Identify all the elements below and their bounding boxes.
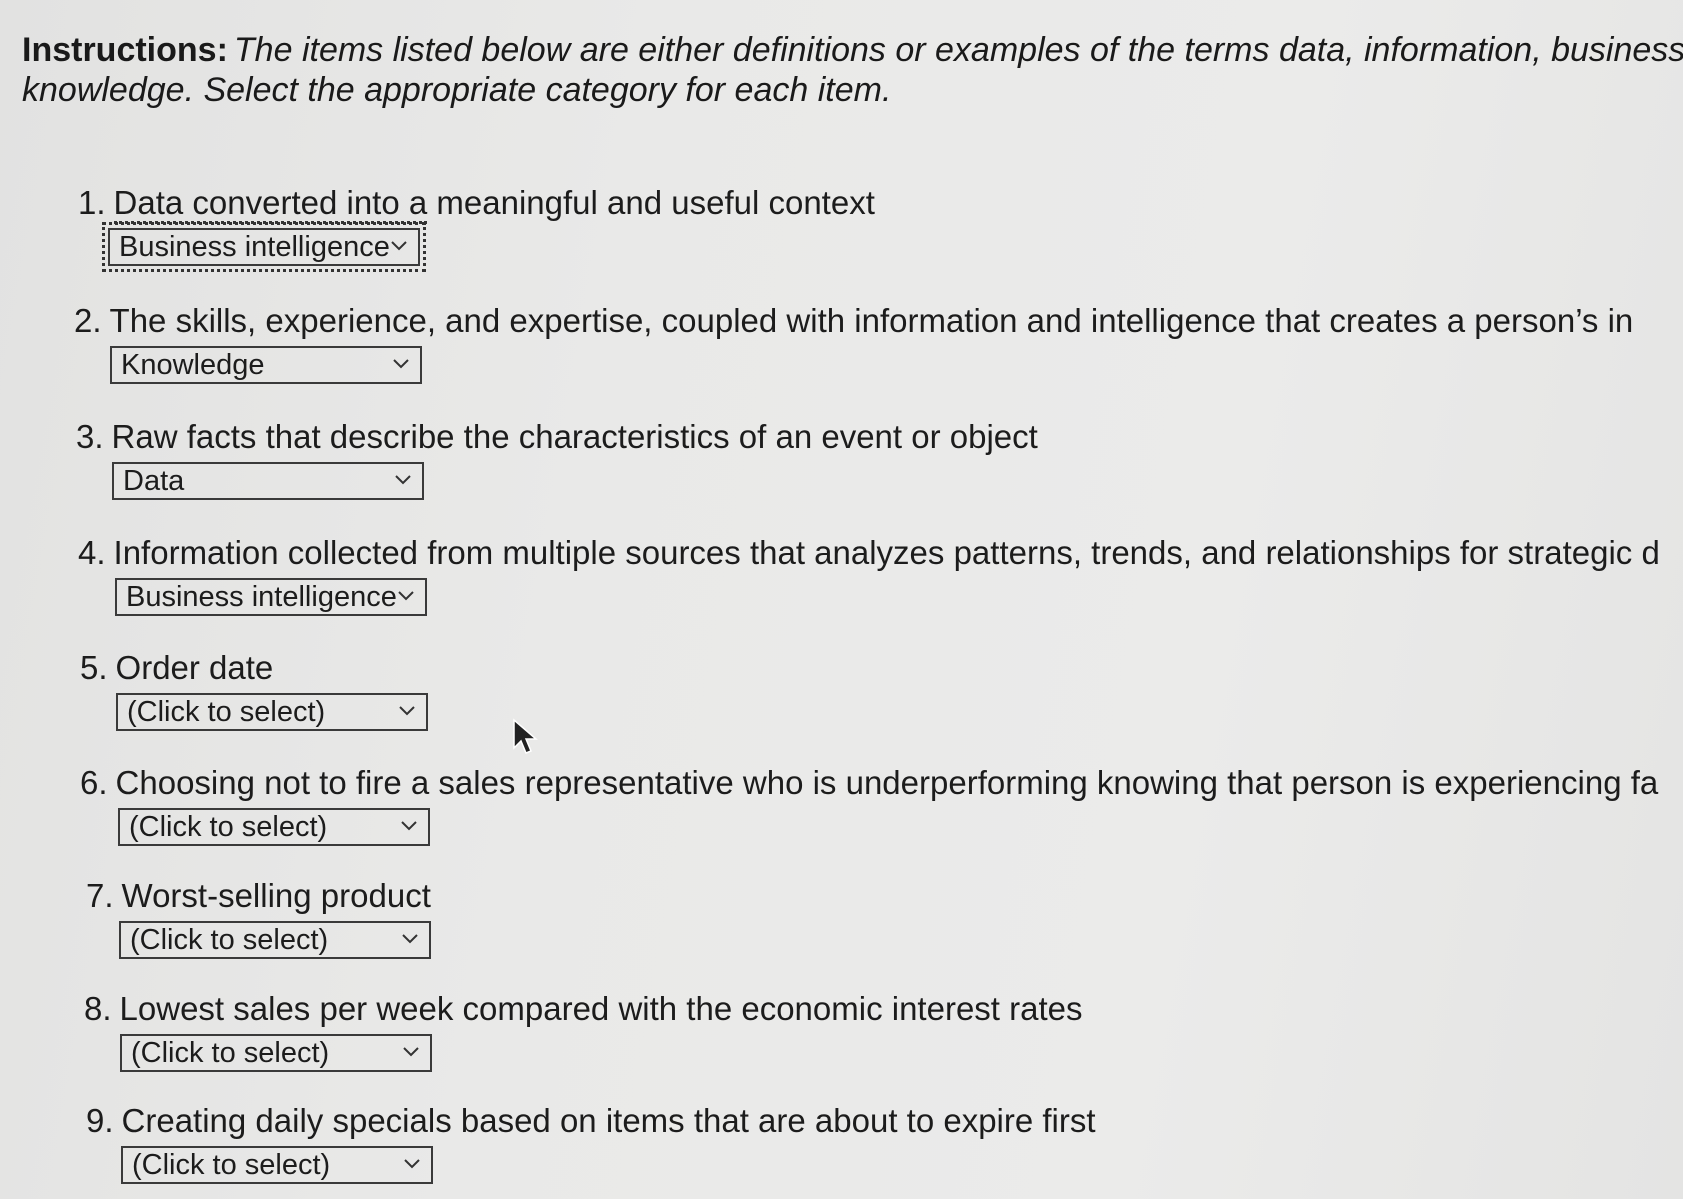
question-number: 3. xyxy=(76,418,104,455)
question-item-1: 1. Data converted into a meaningful and u… xyxy=(78,184,875,272)
question-text-body: The skills, experience, and expertise, c… xyxy=(109,302,1634,339)
question-number: 1. xyxy=(78,184,106,221)
question-number: 8. xyxy=(84,990,112,1027)
chevron-down-icon xyxy=(402,934,418,944)
question-item-7: 7. Worst-selling product (Click to select… xyxy=(86,877,431,959)
question-number: 9. xyxy=(86,1102,114,1139)
question-item-5: 5. Order date (Click to select) xyxy=(80,649,428,731)
question-text-rest: meaningful and useful context xyxy=(427,184,875,221)
question-number: 7. xyxy=(86,877,114,914)
question-number: 4. xyxy=(78,534,106,571)
instructions: Instructions: The items listed below are … xyxy=(22,30,1683,110)
question-item-2: 2. The skills, experience, and expertise,… xyxy=(74,302,1633,384)
question-text: 8. Lowest sales per week compared with th… xyxy=(84,990,1083,1028)
question-text-body: Order date xyxy=(115,649,274,686)
quiz-page: Instructions: The items listed below are … xyxy=(0,0,1683,1199)
select-value: (Click to select) xyxy=(131,1037,330,1069)
question-text: 4. Information collected from multiple so… xyxy=(78,534,1660,572)
category-select-6[interactable]: (Click to select) xyxy=(118,808,430,846)
question-number: 6. xyxy=(80,764,108,801)
question-text-body: Lowest sales per week compared with the … xyxy=(119,990,1083,1027)
question-text: 3. Raw facts that describe the characteri… xyxy=(76,418,1038,456)
select-value: Business intelligence xyxy=(126,581,397,613)
question-text-body: Raw facts that describe the characterist… xyxy=(111,418,1038,455)
select-value: (Click to select) xyxy=(127,696,326,728)
question-item-8: 8. Lowest sales per week compared with th… xyxy=(84,990,1083,1072)
question-item-9: 9. Creating daily specials based on items… xyxy=(86,1102,1096,1184)
question-text: 1. Data converted into a meaningful and u… xyxy=(78,184,875,224)
instructions-label: Instructions: xyxy=(22,31,228,69)
question-text-body: Information collected from multiple sour… xyxy=(113,534,1660,571)
category-select-9[interactable]: (Click to select) xyxy=(121,1146,433,1184)
chevron-down-icon xyxy=(391,241,407,251)
select-value: (Click to select) xyxy=(129,811,328,843)
question-number: 5. xyxy=(80,649,108,686)
chevron-down-icon xyxy=(395,475,411,485)
question-text: 7. Worst-selling product xyxy=(86,877,431,915)
instructions-text-line1: The items listed below are either defini… xyxy=(233,31,1683,69)
chevron-down-icon xyxy=(399,706,415,716)
select-value: Business intelligence xyxy=(119,231,390,263)
chevron-down-icon xyxy=(404,1159,420,1169)
question-text-body: Worst-selling product xyxy=(121,877,431,914)
category-select-1[interactable]: Business intelligence xyxy=(102,222,426,272)
question-text: 2. The skills, experience, and expertise,… xyxy=(74,302,1633,340)
category-select-5[interactable]: (Click to select) xyxy=(116,693,428,731)
select-value: (Click to select) xyxy=(130,924,329,956)
question-text-body: Creating daily specials based on items t… xyxy=(121,1102,1096,1139)
question-item-6: 6. Choosing not to fire a sales represent… xyxy=(80,764,1658,846)
instructions-text-line2: knowledge. Select the appropriate catego… xyxy=(22,71,892,109)
select-value: (Click to select) xyxy=(132,1149,331,1181)
category-select-2[interactable]: Knowledge xyxy=(110,346,422,384)
chevron-down-icon xyxy=(393,359,409,369)
chevron-down-icon xyxy=(401,821,417,831)
select-value: Knowledge xyxy=(121,349,265,381)
chevron-down-icon xyxy=(403,1047,419,1057)
select-value: Data xyxy=(123,465,185,497)
question-text-underlined: Data converted into a xyxy=(113,184,428,224)
question-item-3: 3. Raw facts that describe the characteri… xyxy=(76,418,1038,500)
question-text: 5. Order date xyxy=(80,649,428,687)
chevron-down-icon xyxy=(398,591,414,601)
question-number: 2. xyxy=(74,302,102,339)
category-select-7[interactable]: (Click to select) xyxy=(119,921,431,959)
question-text: 9. Creating daily specials based on items… xyxy=(86,1102,1096,1140)
category-select-3[interactable]: Data xyxy=(112,462,424,500)
question-item-4: 4. Information collected from multiple so… xyxy=(78,534,1660,616)
category-select-8[interactable]: (Click to select) xyxy=(120,1034,432,1072)
question-text: 6. Choosing not to fire a sales represent… xyxy=(80,764,1658,802)
mouse-pointer-icon xyxy=(513,718,538,754)
question-text-body: Choosing not to fire a sales representat… xyxy=(115,764,1659,801)
category-select-4[interactable]: Business intelligence xyxy=(115,578,427,616)
